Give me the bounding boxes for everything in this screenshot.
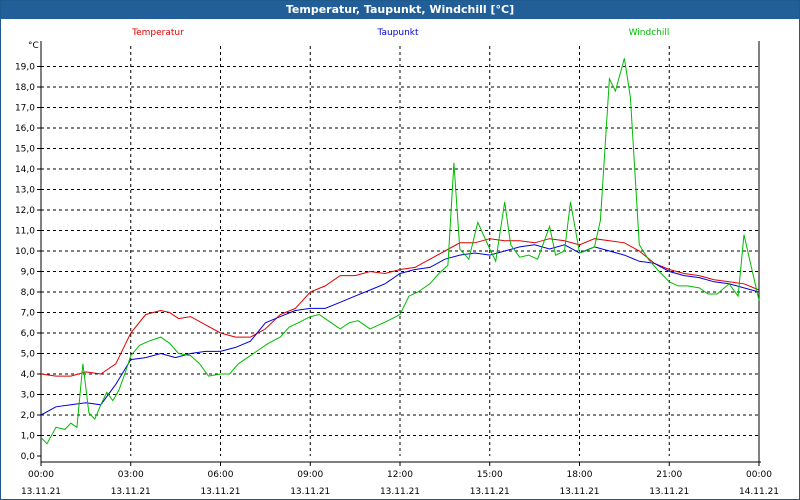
- legend-label-taupunkt: Taupunkt: [376, 28, 419, 38]
- y-tick-label: 10,0: [15, 247, 35, 257]
- x-tick-time-label: 06:00: [208, 470, 234, 480]
- y-tick-label: 4,0: [21, 370, 36, 380]
- chart-plot: 0,0 1,0 2,0 3,0 4,0 5,0 6,0 7,0 8,0 9,0 10,0 11,0 12…: [15, 28, 779, 497]
- y-tick-label: 2,0: [21, 411, 36, 421]
- x-tick-time-label: 03:00: [118, 470, 144, 480]
- x-tick-date-label: 13.11.21: [559, 487, 599, 497]
- y-tick-label: 16,0: [15, 124, 35, 134]
- x-tick-time-label: 15:00: [477, 470, 503, 480]
- x-tick-date-label: 13.11.21: [380, 487, 420, 497]
- x-tick-time-label: 00:00: [746, 470, 772, 480]
- x-tick-time-label: 21:00: [656, 470, 682, 480]
- y-tick-label: 8,0: [21, 288, 36, 298]
- y-tick-label: 18,0: [15, 83, 35, 93]
- x-axis-ticks: 00:00 13.11.21 03:00 13.11.21 06:00 13.11.21 0…: [21, 462, 779, 497]
- y-tick-label: 17,0: [15, 104, 35, 114]
- y-tick-label: 5,0: [21, 350, 36, 360]
- x-tick-date-label: 13.11.21: [111, 487, 151, 497]
- x-tick-date-label: 13.11.21: [470, 487, 510, 497]
- y-tick-label: 12,0: [15, 206, 35, 216]
- x-tick-date-label: 13.11.21: [200, 487, 240, 497]
- y-tick-label: 15,0: [15, 145, 35, 155]
- x-tick-date-label: 14.11.21: [739, 487, 779, 497]
- grid-lines: [41, 46, 759, 456]
- x-tick-date-label: 13.11.21: [21, 487, 61, 497]
- y-tick-label: 9,0: [21, 268, 36, 278]
- y-tick-label: 7,0: [21, 309, 36, 319]
- y-tick-label: 13,0: [15, 186, 35, 196]
- legend-label-windchill: Windchill: [629, 28, 670, 38]
- y-axis-label: °C: [28, 41, 39, 51]
- window-title: Temperatur, Taupunkt, Windchill [°C]: [1, 1, 799, 19]
- legend-label-temperatur: Temperatur: [131, 28, 184, 38]
- x-tick-date-label: 13.11.21: [649, 487, 689, 497]
- y-axis-ticks: 0,0 1,0 2,0 3,0 4,0 5,0 6,0 7,0 8,0 9,0 10,0 11,0 12…: [15, 41, 41, 462]
- y-tick-label: 6,0: [21, 329, 36, 339]
- y-tick-label: 3,0: [21, 391, 36, 401]
- x-tick-time-label: 12:00: [387, 470, 413, 480]
- y-tick-label: 0,0: [21, 452, 36, 462]
- y-tick-label: 1,0: [21, 432, 36, 442]
- y-tick-label: 14,0: [15, 165, 35, 175]
- series-line-temperatur: [40, 238, 760, 377]
- x-tick-date-label: 13.11.21: [290, 487, 330, 497]
- chart-window: Temperatur, Taupunkt, Windchill [°C] 0,0…: [0, 0, 800, 500]
- legend: Temperatur Taupunkt Windchill: [131, 28, 669, 38]
- x-tick-time-label: 00:00: [28, 470, 54, 480]
- y-tick-label: 19,0: [15, 63, 35, 73]
- x-tick-time-label: 09:00: [297, 470, 323, 480]
- x-tick-time-label: 18:00: [567, 470, 593, 480]
- y-tick-label: 11,0: [15, 227, 35, 237]
